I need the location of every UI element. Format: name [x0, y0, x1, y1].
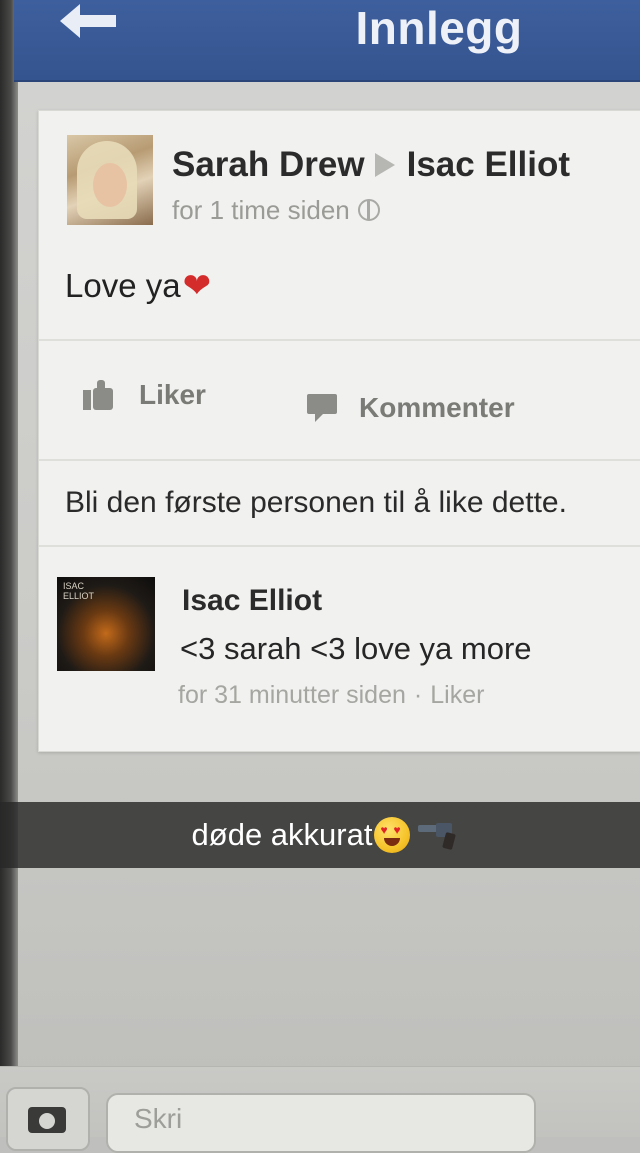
comment-text: <3 sarah <3 love ya more: [180, 631, 532, 666]
divider: [39, 545, 640, 547]
comment-author-name[interactable]: Isac Elliot: [182, 581, 482, 621]
avatar-text: ISAC ELLIOT: [63, 581, 95, 601]
comment-button[interactable]: Kommenter: [307, 386, 597, 430]
comment-meta: for 31 minutter siden · Liker: [178, 677, 598, 713]
post-card: Sarah Drew Isac Elliot for 1 time siden …: [38, 110, 640, 752]
arrow-left-icon: [60, 4, 116, 38]
snap-caption-bar: døde akkurat ♥ ♥: [0, 802, 640, 868]
camera-button[interactable]: [6, 1087, 90, 1151]
heart-eyes-emoji-icon: ♥ ♥: [374, 817, 411, 853]
heart-icon: ❤: [182, 267, 212, 305]
divider: [39, 339, 640, 341]
post-body: Love ya ❤: [65, 263, 605, 309]
comment-like-link[interactable]: Liker: [430, 681, 484, 710]
post-timestamp: for 1 time siden: [172, 193, 472, 227]
thumbs-up-icon: [83, 380, 117, 410]
triangle-right-icon: [374, 153, 395, 177]
comment-button-label: Kommenter: [359, 392, 515, 423]
meta-separator: ·: [413, 680, 423, 709]
post-author-line: Sarah Drew Isac Elliot: [172, 143, 632, 187]
like-button[interactable]: Liker: [83, 373, 273, 417]
author-avatar[interactable]: [67, 135, 153, 225]
page-title: Innlegg: [355, 2, 523, 54]
phone-bezel: [0, 0, 18, 1136]
likes-summary[interactable]: Bli den første personen til å like dette…: [65, 479, 640, 527]
post-text: Love ya: [65, 267, 181, 304]
back-button[interactable]: [54, 0, 126, 42]
pistol-icon: [418, 821, 458, 851]
globe-icon: [357, 199, 380, 221]
post-author-name[interactable]: Sarah Drew: [172, 145, 365, 185]
top-navbar: Innlegg: [14, 0, 640, 82]
composer-bar: Skri: [0, 1066, 640, 1153]
camera-icon: [28, 1107, 66, 1133]
avatar-face: [93, 163, 127, 207]
divider: [39, 459, 640, 461]
speech-bubble-icon: [307, 394, 337, 422]
post-time-text: for 1 time siden: [172, 194, 350, 225]
snap-caption-text: døde akkurat: [191, 817, 373, 852]
comment-time: for 31 minutter siden: [178, 680, 406, 709]
commenter-avatar[interactable]: ISAC ELLIOT: [57, 577, 155, 671]
comment-input[interactable]: Skri: [106, 1093, 536, 1153]
post-target-name[interactable]: Isac Elliot: [407, 145, 570, 185]
snap-caption: døde akkurat ♥ ♥: [192, 817, 459, 853]
like-button-label: Liker: [139, 379, 206, 410]
